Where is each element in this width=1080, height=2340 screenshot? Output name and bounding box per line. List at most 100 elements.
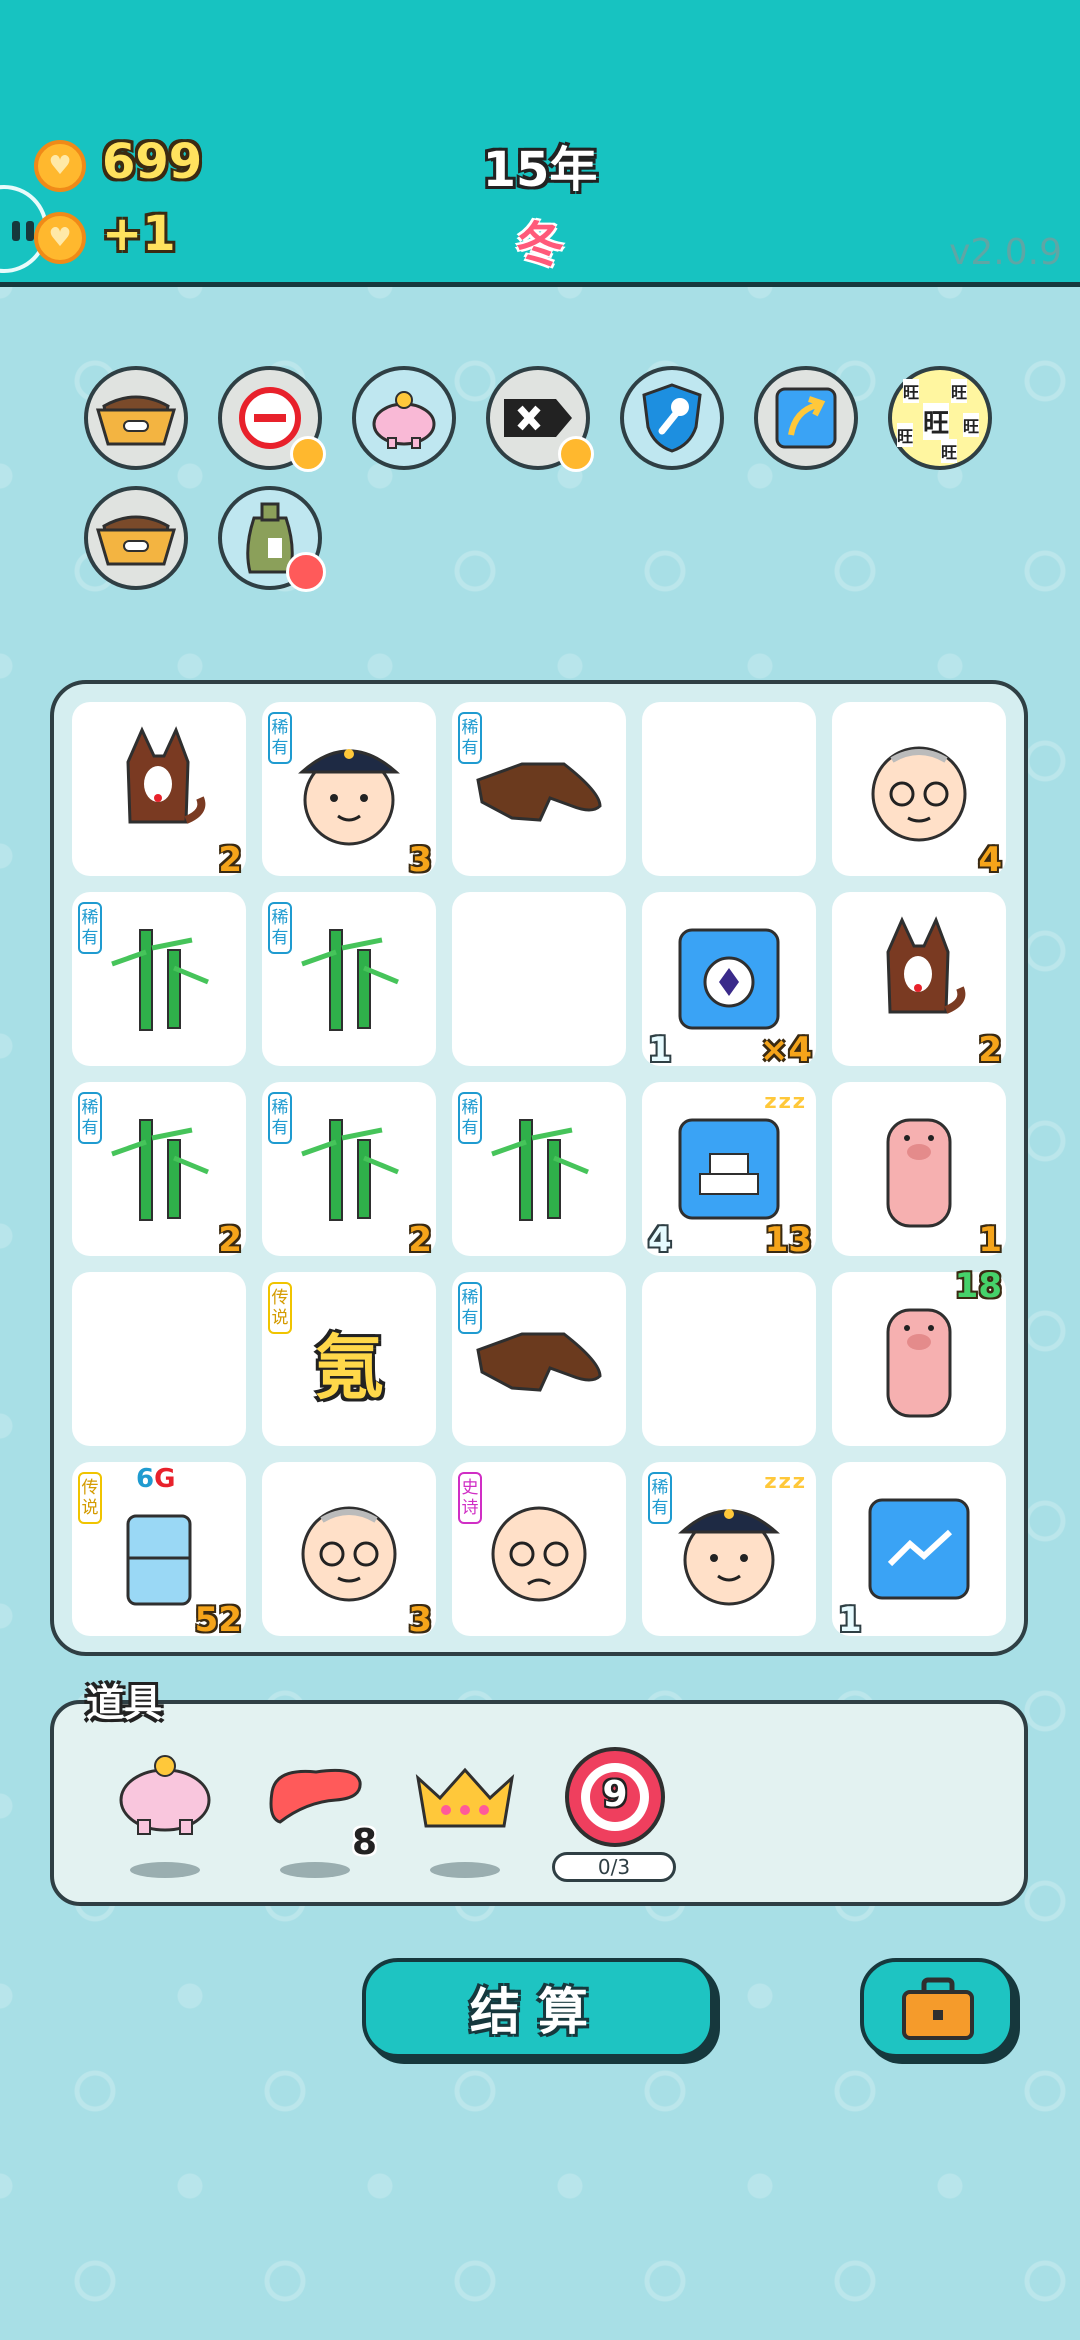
board-cell-husky[interactable]: 2 xyxy=(72,702,246,880)
legend-tag: 传说 xyxy=(78,1472,102,1524)
rare-tag: 稀有 xyxy=(78,902,102,954)
board-cell-gold-bars-card[interactable]: ᶻᶻᶻ 13 4 xyxy=(642,1082,816,1260)
coin-income: +1 xyxy=(102,206,176,262)
network-badge-letter: G xyxy=(154,1464,176,1494)
item-level: 1 xyxy=(648,1030,672,1070)
version-label: v2.0.9 xyxy=(949,232,1062,273)
crown-icon xyxy=(415,1767,515,1828)
relic-piggy-bank[interactable] xyxy=(352,366,456,470)
sleep-icon: ᶻᶻᶻ xyxy=(763,1468,806,1508)
board-cell-grandpa[interactable]: 3 xyxy=(262,1462,436,1640)
item-bonus-count: 18 xyxy=(954,1266,1002,1306)
board-cell-police[interactable]: 稀有 3 xyxy=(262,702,436,880)
relic-dog-bowl[interactable] xyxy=(84,366,188,470)
board-cell-fridge[interactable]: 6G 传说 52 xyxy=(72,1462,246,1640)
upgrade-arrow-icon xyxy=(775,387,837,449)
item-count: 2 xyxy=(408,1220,432,1260)
board-cell-police[interactable]: ᶻᶻᶻ 稀有 xyxy=(642,1462,816,1636)
inventory-button[interactable] xyxy=(860,1958,1014,2058)
board-cell-empty[interactable] xyxy=(642,702,816,876)
year-label: 15年 xyxy=(482,142,598,198)
rare-tag: 稀有 xyxy=(458,1092,482,1144)
item-count: 52 xyxy=(194,1600,242,1640)
network-badge-number: 6 xyxy=(136,1464,155,1494)
rare-tag: 稀有 xyxy=(268,1092,292,1144)
item-count: 4 xyxy=(978,840,1002,880)
item-count: ×4 xyxy=(759,1030,812,1070)
relic-upgrade[interactable] xyxy=(754,366,858,470)
settle-button[interactable]: 结算 xyxy=(362,1958,714,2058)
rare-tag: 稀有 xyxy=(648,1472,672,1524)
dog-bowl-icon xyxy=(95,395,177,446)
coin-badge-icon xyxy=(290,436,326,472)
coin-badge-icon xyxy=(558,436,594,472)
rare-tag: 稀有 xyxy=(268,712,292,764)
tool-target[interactable]: 9 xyxy=(562,1744,668,1850)
item-count: 3 xyxy=(408,1600,432,1640)
tool-piggy-bank[interactable] xyxy=(110,1748,220,1842)
top-bar: ♥ 699 ♥ +1 15年 冬 v2.0.9 xyxy=(0,0,1080,287)
tools-label: 道具 xyxy=(86,1681,163,1725)
item-count: 3 xyxy=(408,840,432,880)
rare-tag: 稀有 xyxy=(458,712,482,764)
board-cell-grandpa[interactable]: 4 xyxy=(832,702,1006,880)
item-count: 2 xyxy=(218,840,242,880)
coin-total: 699 xyxy=(102,134,203,190)
board-cell-krypton[interactable]: 氪传说 xyxy=(262,1272,436,1446)
board-cell-bamboo[interactable]: 稀有 2 xyxy=(262,1082,436,1260)
board-cell-bamboo[interactable]: 稀有 xyxy=(452,1082,626,1256)
piggy-bank-icon xyxy=(372,391,436,449)
board-cell-trend-card[interactable]: 1 xyxy=(832,1462,1006,1640)
tool-shadow xyxy=(130,1862,200,1878)
board-cell-bamboo[interactable]: 稀有 xyxy=(262,892,436,1066)
board-cell-pointing-hand[interactable]: 稀有 xyxy=(452,1272,626,1446)
relic-shield[interactable] xyxy=(620,366,724,470)
remove-badge-icon xyxy=(286,552,326,592)
shield-wrench-icon xyxy=(642,383,702,453)
item-count: 2 xyxy=(218,1220,242,1260)
board-cell-pig[interactable]: 18 xyxy=(832,1266,1006,1446)
board-cell-empty[interactable] xyxy=(72,1272,246,1446)
board-cell-empty[interactable] xyxy=(452,892,626,1066)
tool-shadow xyxy=(430,1862,500,1878)
board-cell-stopwatch-card[interactable]: ×4 1 xyxy=(642,892,816,1070)
rare-tag: 稀有 xyxy=(268,902,292,954)
relic-delete-tag[interactable] xyxy=(486,366,594,472)
coin-income-icon: ♥ xyxy=(34,212,86,264)
relic-minus[interactable] xyxy=(218,366,326,472)
relic-wang[interactable]: 旺 旺 旺 旺 旺 旺 xyxy=(888,366,992,470)
dog-bowl-icon xyxy=(95,515,177,566)
epic-tag: 史诗 xyxy=(458,1472,482,1524)
rare-tag: 稀有 xyxy=(78,1092,102,1144)
relic-dog-bowl[interactable] xyxy=(84,486,188,590)
item-count: 1 xyxy=(978,1220,1002,1260)
piggy-bank-icon xyxy=(119,1755,211,1835)
board-cell-old-man-worried[interactable]: 史诗 xyxy=(452,1462,626,1636)
board-cell-husky[interactable]: 2 xyxy=(832,892,1006,1070)
board-cell-empty[interactable] xyxy=(642,1272,816,1446)
rare-tag: 稀有 xyxy=(458,1282,482,1334)
board-cell-pig[interactable]: 1 xyxy=(832,1082,1006,1260)
network-badge: 6G xyxy=(136,1464,175,1494)
liver-count: 8 xyxy=(352,1822,378,1863)
season-label: 冬 xyxy=(515,217,564,273)
legend-tag: 传说 xyxy=(268,1282,292,1334)
target-progress: 0/3 xyxy=(552,1852,676,1882)
tool-liver[interactable] xyxy=(266,1762,366,1836)
tool-shadow xyxy=(280,1862,350,1878)
target-number: 9 xyxy=(602,1774,628,1815)
item-level: 4 xyxy=(648,1220,672,1260)
liver-icon xyxy=(269,1768,362,1824)
item-count: 13 xyxy=(764,1220,812,1260)
board-cell-bamboo[interactable]: 稀有 2 xyxy=(72,1082,246,1260)
relic-seed-bag[interactable] xyxy=(218,486,326,592)
delete-tag-icon xyxy=(504,399,572,437)
item-level: 1 xyxy=(838,1600,862,1640)
tool-crown[interactable] xyxy=(412,1764,518,1838)
board-cell-pointing-hand[interactable]: 稀有 xyxy=(452,702,626,876)
board-cell-bamboo[interactable]: 稀有 xyxy=(72,892,246,1066)
item-count: 2 xyxy=(978,1030,1002,1070)
sleep-icon: ᶻᶻᶻ xyxy=(763,1088,806,1128)
wang-charm-icon: 旺 旺 旺 旺 旺 旺 xyxy=(895,373,985,463)
briefcase-icon xyxy=(902,1977,974,2040)
